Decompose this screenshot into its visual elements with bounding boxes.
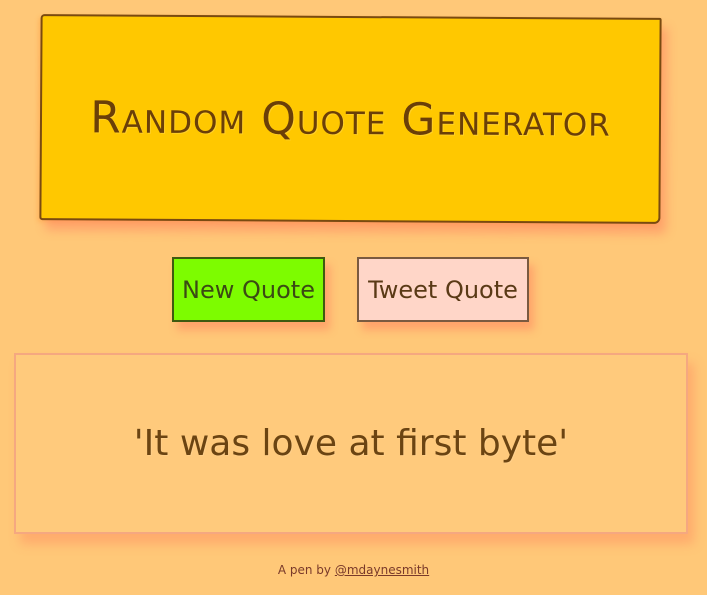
quote-text: 'It was love at first byte' [133,423,569,464]
footer-prefix: A pen by [277,563,331,577]
page-title: Random Quote Generator [90,91,611,147]
author-link[interactable]: @mdaynesmith [335,563,429,577]
header-banner: Random Quote Generator [39,14,662,224]
footer: A pen by @mdaynesmith [0,563,707,577]
page: Random Quote Generator New Quote Tweet Q… [0,0,707,595]
quote-box: 'It was love at first byte' [14,353,688,534]
new-quote-button[interactable]: New Quote [172,257,325,322]
tweet-quote-button[interactable]: Tweet Quote [357,257,529,322]
